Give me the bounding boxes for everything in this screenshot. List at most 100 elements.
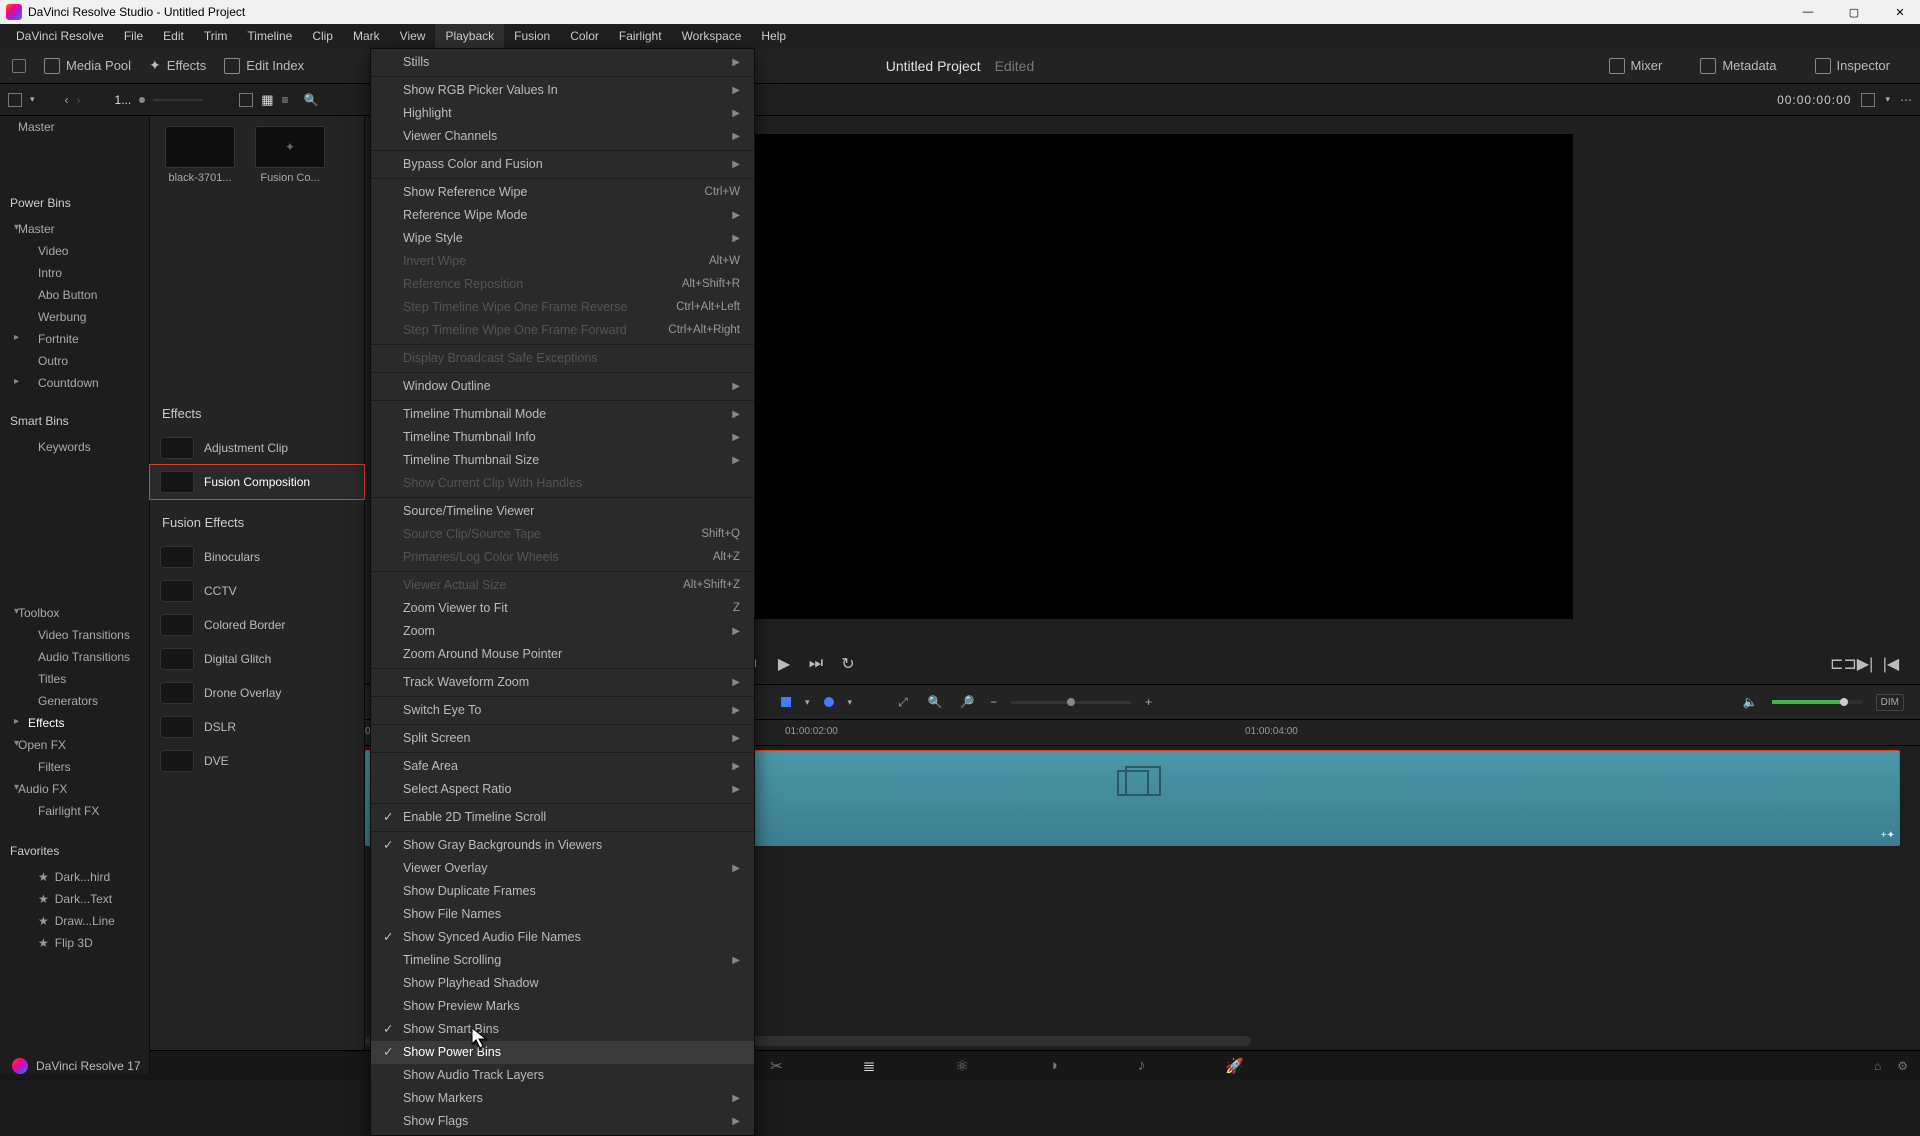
toolbox-titles[interactable]: Titles (0, 668, 149, 690)
go-out-icon[interactable]: |◀ (1882, 654, 1900, 674)
metadata-button[interactable]: Metadata (1700, 58, 1776, 74)
menu-playback[interactable]: Playback (435, 24, 504, 48)
viewer-mode-icon[interactable] (1861, 93, 1875, 107)
menu-item-track-waveform-zoom[interactable]: Track Waveform Zoom▶ (371, 671, 754, 694)
menu-item-show-gray-backgrounds-in-viewers[interactable]: Show Gray Backgrounds in Viewers (371, 834, 754, 857)
bin-intro[interactable]: Intro (0, 262, 149, 284)
bin-video[interactable]: Video (0, 240, 149, 262)
favorite-item[interactable]: ★Dark...Text (0, 888, 149, 910)
viewer-screen[interactable] (713, 134, 1573, 619)
master-bin[interactable]: Master (0, 116, 149, 138)
clip-item[interactable]: ✦Fusion Co... (250, 126, 330, 386)
menu-item-source-timeline-viewer[interactable]: Source/Timeline Viewer (371, 500, 754, 523)
nav-fwd-icon[interactable]: › (77, 93, 81, 107)
deliver-page-icon[interactable]: 🚀 (1225, 1057, 1244, 1075)
effect-adjustment-clip[interactable]: Adjustment Clip (150, 431, 364, 465)
play-icon[interactable]: ▶ (775, 654, 793, 674)
effect-binoculars[interactable]: Binoculars (150, 540, 364, 574)
more-icon[interactable]: ⋯ (1900, 93, 1912, 107)
menu-item-select-aspect-ratio[interactable]: Select Aspect Ratio▶ (371, 778, 754, 801)
jump-end-icon[interactable]: ⏭ (807, 655, 825, 673)
color-page-icon[interactable]: ◑ (1049, 1057, 1058, 1074)
favorite-item[interactable]: ★Draw...Line (0, 910, 149, 932)
edit-page-icon[interactable]: ≣ (863, 1057, 876, 1075)
effects-button[interactable]: ✦ Effects (149, 57, 206, 74)
menu-item-stills[interactable]: Stills▶ (371, 51, 754, 74)
inspector-button[interactable]: Inspector (1815, 58, 1890, 74)
bin-werbung[interactable]: Werbung (0, 306, 149, 328)
openfx-node[interactable]: Open FX (0, 734, 149, 756)
effect-colored-border[interactable]: Colored Border (150, 608, 364, 642)
favorite-item[interactable]: ★Flip 3D (0, 932, 149, 954)
menu-item-enable-2d-timeline-scroll[interactable]: Enable 2D Timeline Scroll (371, 806, 754, 829)
match-frame-icon[interactable]: ⊏⊐ (1830, 654, 1848, 674)
fusion-page-icon[interactable]: ⚛ (955, 1057, 968, 1075)
toolbox-audio-transitions[interactable]: Audio Transitions (0, 646, 149, 668)
panel-toggle-icon[interactable] (12, 59, 26, 73)
menu-item-window-outline[interactable]: Window Outline▶ (371, 375, 754, 398)
bin-abo-button[interactable]: Abo Button (0, 284, 149, 306)
menu-item-reference-wipe-mode[interactable]: Reference Wipe Mode▶ (371, 204, 754, 227)
nav-back-icon[interactable]: ‹ (65, 93, 69, 107)
thumb-view-icon[interactable] (239, 93, 253, 107)
menu-edit[interactable]: Edit (153, 24, 194, 48)
menu-item-timeline-thumbnail-size[interactable]: Timeline Thumbnail Size▶ (371, 449, 754, 472)
bin-countdown[interactable]: Countdown (0, 372, 149, 394)
menu-item-viewer-channels[interactable]: Viewer Channels▶ (371, 125, 754, 148)
mixer-button[interactable]: Mixer (1609, 58, 1663, 74)
close-button[interactable]: ✕ (1886, 6, 1914, 19)
menu-item-highlight[interactable]: Highlight▶ (371, 102, 754, 125)
menu-davinci-resolve[interactable]: DaVinci Resolve (6, 24, 114, 48)
zoom-plus-icon[interactable]: + (1145, 695, 1152, 709)
scale-dot[interactable] (139, 97, 145, 103)
bin-view-icon[interactable] (8, 93, 22, 107)
maximize-button[interactable]: ▢ (1840, 6, 1868, 19)
menu-item-show-synced-audio-file-names[interactable]: Show Synced Audio File Names (371, 926, 754, 949)
chevron-down-icon[interactable]: ▾ (1885, 94, 1890, 105)
custom-zoom-icon[interactable]: 🔎 (958, 693, 976, 711)
audiofx-node[interactable]: Audio FX (0, 778, 149, 800)
menu-item-show-flags[interactable]: Show Flags▶ (371, 1110, 754, 1133)
menu-mark[interactable]: Mark (343, 24, 390, 48)
bin-outro[interactable]: Outro (0, 350, 149, 372)
zoom-slider[interactable] (1011, 701, 1131, 704)
chevron-down-icon[interactable]: ▾ (848, 697, 853, 708)
search-icon[interactable]: 🔍 (304, 93, 319, 107)
menu-item-safe-area[interactable]: Safe Area▶ (371, 755, 754, 778)
power-bins-master[interactable]: Master (0, 218, 149, 240)
menu-item-timeline-thumbnail-info[interactable]: Timeline Thumbnail Info▶ (371, 426, 754, 449)
bin-fortnite[interactable]: Fortnite (0, 328, 149, 350)
menu-item-timeline-thumbnail-mode[interactable]: Timeline Thumbnail Mode▶ (371, 403, 754, 426)
menu-timeline[interactable]: Timeline (237, 24, 302, 48)
clip-add-icon[interactable]: +✦ (1881, 830, 1895, 841)
settings-icon[interactable]: ⚙ (1897, 1059, 1908, 1073)
menu-item-split-screen[interactable]: Split Screen▶ (371, 727, 754, 750)
menu-item-wipe-style[interactable]: Wipe Style▶ (371, 227, 754, 250)
menu-item-show-duplicate-frames[interactable]: Show Duplicate Frames (371, 880, 754, 903)
chevron-down-icon[interactable]: ▾ (805, 697, 810, 708)
chevron-down-icon[interactable]: ▾ (30, 94, 35, 105)
menu-item-show-markers[interactable]: Show Markers▶ (371, 1087, 754, 1110)
effect-digital-glitch[interactable]: Digital Glitch (150, 642, 364, 676)
menu-trim[interactable]: Trim (194, 24, 238, 48)
menu-item-switch-eye-to[interactable]: Switch Eye To▶ (371, 699, 754, 722)
menu-item-zoom[interactable]: Zoom▶ (371, 620, 754, 643)
menu-item-show-reference-wipe[interactable]: Show Reference WipeCtrl+W (371, 181, 754, 204)
fairlight-page-icon[interactable]: ♪ (1138, 1057, 1146, 1074)
effect-dslr[interactable]: DSLR (150, 710, 364, 744)
menu-fusion[interactable]: Fusion (504, 24, 560, 48)
list-view-icon[interactable]: ≡ (282, 93, 296, 107)
favorite-item[interactable]: ★Dark...hird (0, 866, 149, 888)
menu-item-show-preview-marks[interactable]: Show Preview Marks (371, 995, 754, 1018)
volume-slider[interactable] (1772, 700, 1862, 704)
effect-fusion-composition[interactable]: Fusion Composition (150, 465, 364, 499)
menu-item-show-audio-track-layers[interactable]: Show Audio Track Layers (371, 1064, 754, 1087)
menu-item-zoom-viewer-to-fit[interactable]: Zoom Viewer to FitZ (371, 597, 754, 620)
menu-file[interactable]: File (114, 24, 153, 48)
effect-drone-overlay[interactable]: Drone Overlay (150, 676, 364, 710)
menu-item-bypass-color-and-fusion[interactable]: Bypass Color and Fusion▶ (371, 153, 754, 176)
menu-item-show-smart-bins[interactable]: Show Smart Bins (371, 1018, 754, 1041)
clip-item[interactable]: black-3701... (160, 126, 240, 386)
dim-button[interactable]: DIM (1876, 694, 1904, 711)
menu-fairlight[interactable]: Fairlight (609, 24, 672, 48)
